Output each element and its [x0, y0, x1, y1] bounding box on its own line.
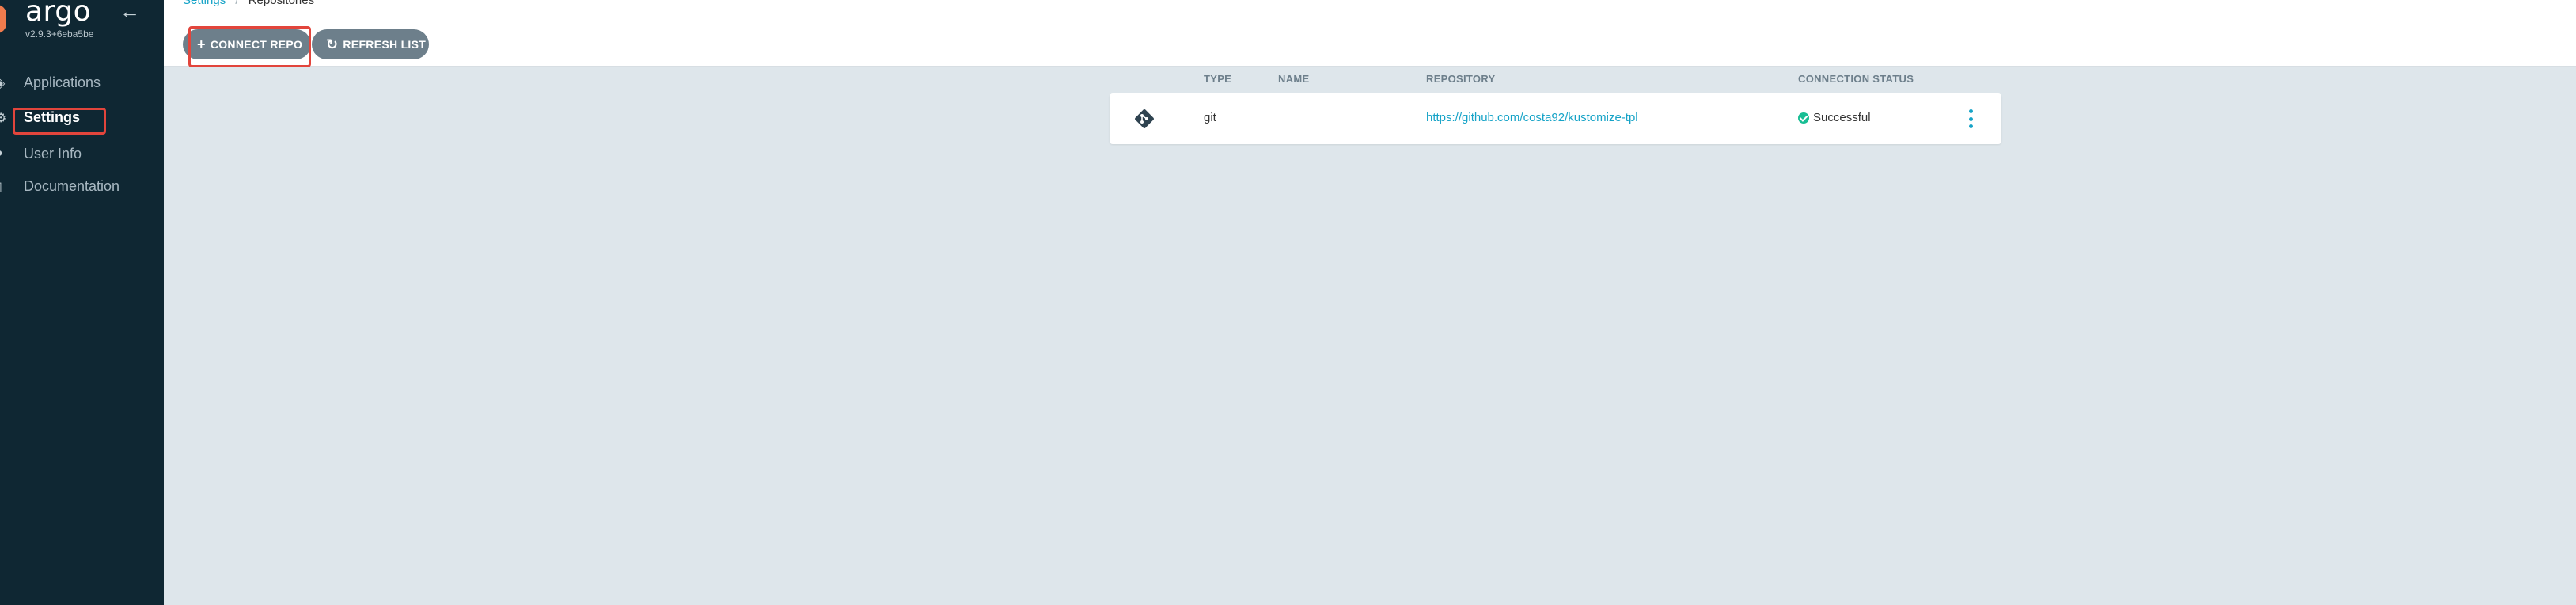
refresh-list-button[interactable]: ↻ REFRESH LIST: [312, 29, 429, 59]
success-check-icon: [1798, 112, 1809, 124]
repo-type: git: [1204, 111, 1216, 124]
connect-repo-button[interactable]: + CONNECT REPO: [183, 29, 311, 59]
breadcrumb-settings-link[interactable]: Settings: [183, 0, 226, 7]
collapse-sidebar-icon[interactable]: ←: [119, 0, 141, 22]
sidebar-item-label: Documentation: [24, 177, 120, 194]
gear-icon: ⚙: [0, 112, 7, 125]
argo-logo-icon: [0, 5, 6, 33]
sidebar-item-label: Applications: [24, 74, 101, 90]
version-label: v2.9.3+6eba5be: [25, 29, 94, 40]
sidebar: argo v2.9.3+6eba5be ← ◈ Applications ⚙ S…: [0, 0, 164, 605]
breadcrumb: Settings / Repositories: [183, 0, 314, 7]
user-icon: ●: [0, 146, 6, 161]
connection-status: Successful: [1798, 111, 1871, 124]
refresh-icon: ↻: [326, 36, 339, 52]
top-bar: Settings / Repositories: [164, 0, 2576, 21]
breadcrumb-current: Repositories: [248, 0, 315, 7]
column-header-name: NAME: [1278, 73, 1310, 85]
plus-icon: +: [197, 36, 206, 52]
refresh-list-label: REFRESH LIST: [343, 38, 427, 51]
column-header-type: TYPE: [1204, 73, 1232, 85]
column-header-repository: REPOSITORY: [1426, 73, 1496, 85]
breadcrumb-separator: /: [235, 0, 239, 7]
connect-repo-label: CONNECT REPO: [210, 38, 303, 51]
git-icon: [1135, 109, 1154, 128]
settings-highlight-box: [13, 108, 106, 135]
toolbar: + CONNECT REPO ↻ REFRESH LIST: [164, 21, 2576, 67]
column-header-connection-status: CONNECTION STATUS: [1798, 73, 1914, 85]
row-actions-menu-icon[interactable]: [1967, 109, 1975, 128]
book-icon: ▯: [0, 179, 6, 194]
stack-icon: ◈: [0, 77, 6, 90]
app-logo[interactable]: argo: [25, 0, 91, 28]
repo-url-link[interactable]: https://github.com/costa92/kustomize-tpl: [1426, 111, 1638, 124]
connection-status-label: Successful: [1813, 111, 1871, 124]
repositories-table-header: TYPE NAME REPOSITORY CONNECTION STATUS: [1110, 73, 2001, 87]
sidebar-item-label: User Info: [24, 145, 82, 162]
table-row[interactable]: git https://github.com/costa92/kustomize…: [1110, 93, 2001, 144]
